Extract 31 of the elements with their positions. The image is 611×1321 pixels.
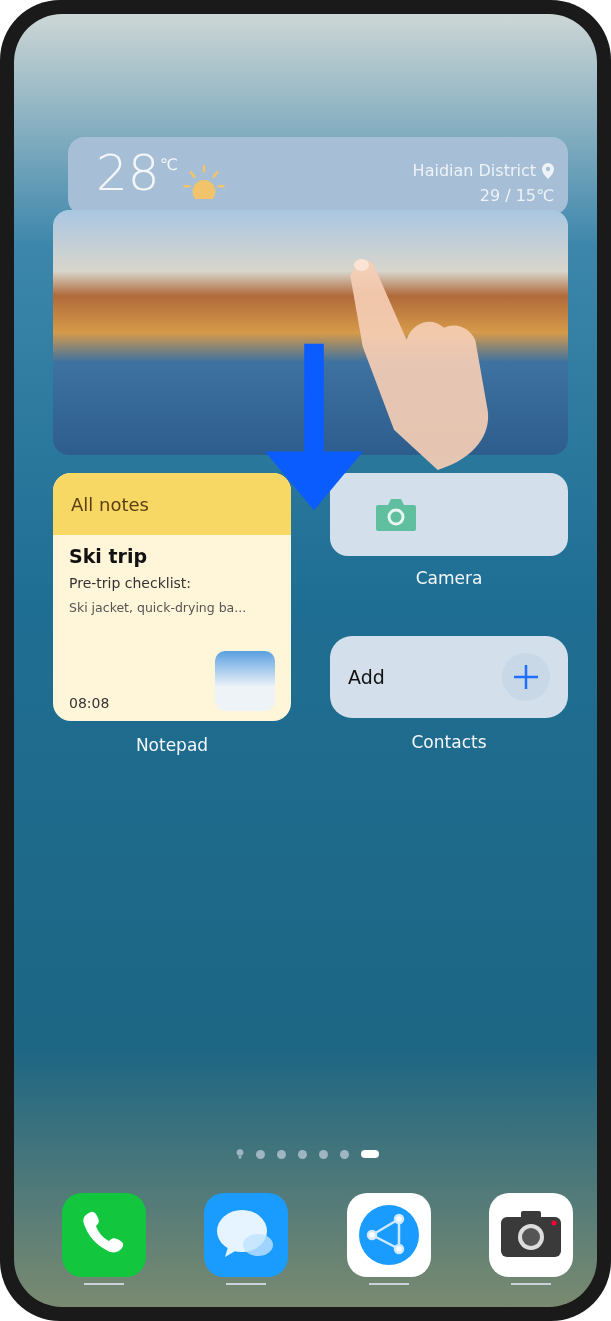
page-indicator-dot[interactable]	[277, 1149, 286, 1159]
add-icon[interactable]	[502, 653, 550, 701]
location-label: Haidian District	[412, 161, 536, 180]
camera-app-icon[interactable]	[489, 1193, 573, 1277]
page-indicator-dot[interactable]	[340, 1149, 349, 1159]
widget-label: Camera	[415, 568, 483, 588]
bulb-icon[interactable]	[236, 1149, 244, 1159]
messages-app-icon[interactable]	[204, 1193, 289, 1277]
temperature: 28	[96, 147, 160, 199]
page-indicator-dot[interactable]	[298, 1149, 307, 1159]
camera-icon	[374, 496, 418, 533]
phone-app-icon[interactable]	[62, 1193, 146, 1277]
photo-placeholder	[215, 651, 275, 711]
down-arrow-icon	[265, 342, 363, 512]
note-preview: Ski jacket, quick-drying ba...	[69, 600, 248, 615]
page-indicator-dot[interactable]	[256, 1149, 265, 1159]
temperature-range: 29 / 15℃	[479, 186, 554, 205]
location-pin-icon	[542, 162, 554, 179]
page-indicator-dot[interactable]	[319, 1149, 328, 1159]
contacts-widget[interactable]: Add	[330, 636, 568, 718]
note-title: Ski trip	[69, 545, 148, 567]
note-subtitle: Pre-trip checklist:	[69, 575, 193, 591]
widget-label: Contacts	[411, 732, 487, 752]
add-label: Add	[348, 666, 385, 688]
widget-label: Notepad	[135, 735, 209, 755]
temperature-unit: ℃	[159, 155, 178, 174]
globe-app-icon[interactable]	[346, 1193, 431, 1277]
notes-header: All notes	[71, 493, 149, 515]
sun-icon	[181, 163, 226, 199]
note-time: 08:08	[69, 695, 110, 711]
notes-widget[interactable]: All notes Ski trip Pre-trip checklist: Ski jacket, quick-drying ba... 08:08	[53, 473, 291, 721]
